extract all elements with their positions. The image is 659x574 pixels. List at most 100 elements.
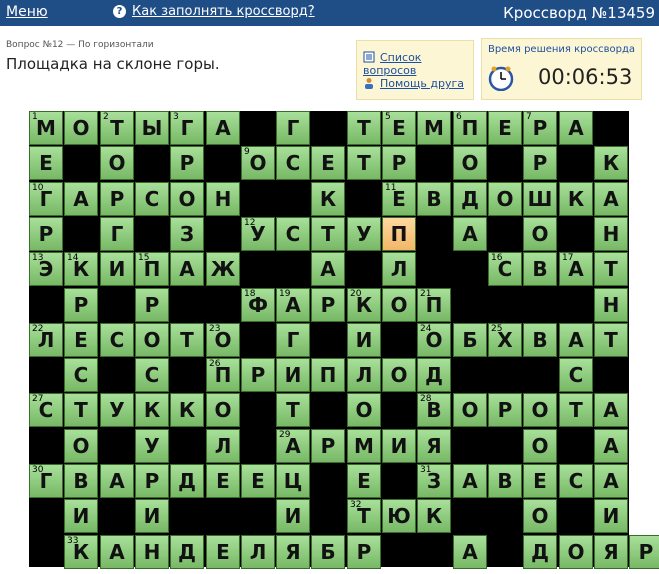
- grid-cell[interactable]: Я: [417, 429, 451, 463]
- grid-cell[interactable]: В: [523, 323, 557, 357]
- grid-cell[interactable]: И: [276, 499, 310, 533]
- grid-cell[interactable]: О: [64, 111, 98, 145]
- grid-cell[interactable]: К: [135, 393, 169, 427]
- grid-cell[interactable]: Я: [594, 535, 628, 569]
- grid-cell[interactable]: О: [382, 288, 416, 322]
- grid-cell[interactable]: Е: [206, 535, 240, 569]
- grid-cell[interactable]: 33 К: [64, 535, 98, 569]
- grid-cell[interactable]: 32 Т: [347, 499, 381, 533]
- grid-cell[interactable]: Н: [135, 535, 169, 569]
- grid-cell[interactable]: О: [170, 182, 204, 216]
- grid-cell[interactable]: У: [100, 393, 134, 427]
- grid-cell[interactable]: Е: [206, 464, 240, 498]
- grid-cell[interactable]: А: [311, 252, 345, 286]
- grid-cell[interactable]: С: [135, 358, 169, 392]
- grid-cell[interactable]: Т: [347, 111, 381, 145]
- grid-cell[interactable]: Е: [241, 464, 275, 498]
- grid-cell[interactable]: О: [64, 429, 98, 463]
- grid-cell[interactable]: Р: [523, 146, 557, 180]
- grid-cell[interactable]: 9О: [241, 146, 275, 180]
- grid-cell[interactable]: 28 В: [417, 393, 451, 427]
- grid-cell[interactable]: 25 Х: [488, 323, 522, 357]
- grid-cell[interactable]: П: [382, 217, 416, 251]
- grid-cell[interactable]: 18 Ф: [241, 288, 275, 322]
- grid-cell[interactable]: В: [64, 464, 98, 498]
- grid-cell[interactable]: 5Е: [382, 111, 416, 145]
- grid-cell[interactable]: Ж: [206, 252, 240, 286]
- grid-cell[interactable]: С: [559, 464, 593, 498]
- questions-list-link[interactable]: Список вопросов: [363, 51, 473, 77]
- grid-cell[interactable]: Д: [170, 464, 204, 498]
- grid-cell[interactable]: Е: [64, 323, 98, 357]
- grid-cell[interactable]: Т: [559, 393, 593, 427]
- grid-cell[interactable]: Н: [206, 182, 240, 216]
- grid-cell[interactable]: 12 У: [241, 217, 275, 251]
- grid-cell[interactable]: С: [100, 323, 134, 357]
- grid-cell[interactable]: 20 К: [347, 288, 381, 322]
- grid-cell[interactable]: Л: [347, 358, 381, 392]
- grid-cell[interactable]: О: [100, 146, 134, 180]
- grid-cell[interactable]: Г: [100, 217, 134, 251]
- grid-cell[interactable]: О: [453, 146, 487, 180]
- grid-cell[interactable]: О: [523, 393, 557, 427]
- grid-cell[interactable]: Р: [347, 535, 381, 569]
- grid-cell[interactable]: А: [453, 535, 487, 569]
- grid-cell[interactable]: Г: [276, 323, 310, 357]
- grid-cell[interactable]: Е: [347, 464, 381, 498]
- grid-cell[interactable]: Т: [347, 146, 381, 180]
- grid-cell[interactable]: Д: [523, 535, 557, 569]
- grid-cell[interactable]: О: [347, 393, 381, 427]
- grid-cell[interactable]: Р: [100, 182, 134, 216]
- grid-cell[interactable]: Ш: [523, 182, 557, 216]
- grid-cell[interactable]: А: [100, 535, 134, 569]
- grid-cell[interactable]: И: [594, 499, 628, 533]
- grid-cell[interactable]: Р: [135, 288, 169, 322]
- grid-cell[interactable]: 31 З: [417, 464, 451, 498]
- grid-cell[interactable]: А: [559, 111, 593, 145]
- grid-cell[interactable]: 23 О: [206, 323, 240, 357]
- grid-cell[interactable]: 11 Е: [382, 182, 416, 216]
- grid-cell[interactable]: Т: [594, 323, 628, 357]
- grid-cell[interactable]: М: [417, 111, 451, 145]
- grid-cell[interactable]: О: [382, 358, 416, 392]
- grid-cell[interactable]: О: [523, 217, 557, 251]
- grid-cell[interactable]: А: [594, 393, 628, 427]
- grid-cell[interactable]: 7Р: [523, 111, 557, 145]
- menu-link[interactable]: Меню: [6, 4, 48, 20]
- grid-cell[interactable]: И: [382, 429, 416, 463]
- grid-cell[interactable]: В: [488, 464, 522, 498]
- grid-cell[interactable]: Т: [170, 323, 204, 357]
- grid-cell[interactable]: С: [276, 217, 310, 251]
- grid-cell[interactable]: И: [135, 499, 169, 533]
- grid-cell[interactable]: К: [594, 146, 628, 180]
- grid-cell[interactable]: В: [523, 252, 557, 286]
- grid-cell[interactable]: Л: [382, 252, 416, 286]
- grid-cell[interactable]: И: [276, 358, 310, 392]
- friend-help-link[interactable]: Помощь друга: [363, 77, 464, 90]
- grid-cell[interactable]: 30 Г: [29, 464, 63, 498]
- grid-cell[interactable]: К: [417, 499, 451, 533]
- grid-cell[interactable]: Т: [594, 252, 628, 286]
- grid-cell[interactable]: 2Т: [100, 111, 134, 145]
- grid-cell[interactable]: 17 А: [559, 252, 593, 286]
- grid-cell[interactable]: О: [559, 535, 593, 569]
- grid-cell[interactable]: 13 Э: [29, 252, 63, 286]
- grid-cell[interactable]: Е: [29, 146, 63, 180]
- grid-cell[interactable]: А: [206, 111, 240, 145]
- grid-cell[interactable]: 15 П: [135, 252, 169, 286]
- grid-cell[interactable]: 24 О: [417, 323, 451, 357]
- grid-cell[interactable]: И: [347, 323, 381, 357]
- grid-cell[interactable]: Н: [594, 288, 628, 322]
- grid-cell[interactable]: 10 Г: [29, 182, 63, 216]
- grid-cell[interactable]: 16 С: [488, 252, 522, 286]
- grid-cell[interactable]: Д: [453, 182, 487, 216]
- grid-cell[interactable]: Р: [241, 358, 275, 392]
- grid-cell[interactable]: С: [276, 146, 310, 180]
- grid-cell[interactable]: Р: [29, 217, 63, 251]
- grid-cell[interactable]: Я: [276, 535, 310, 569]
- grid-cell[interactable]: О: [453, 393, 487, 427]
- grid-cell[interactable]: А: [559, 323, 593, 357]
- grid-cell[interactable]: 26 П: [206, 358, 240, 392]
- grid-cell[interactable]: Т: [64, 393, 98, 427]
- grid-cell[interactable]: Д: [417, 358, 451, 392]
